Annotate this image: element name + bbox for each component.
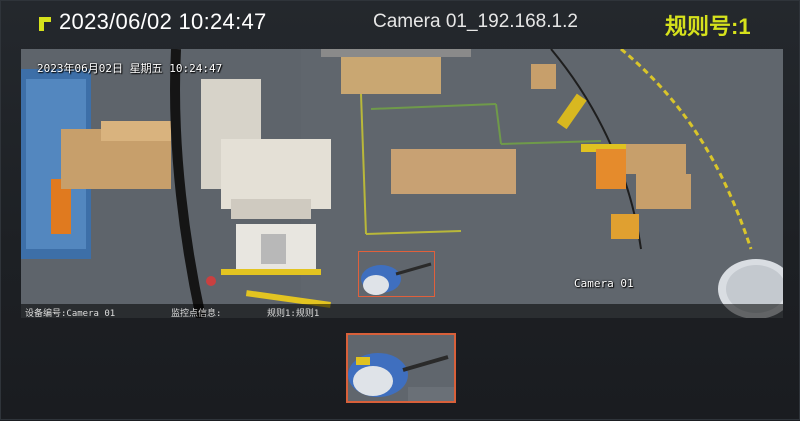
osd-timestamp: 2023年06月02日 星期五 10:24:47 — [37, 62, 223, 75]
osd-monitor-info: 监控点信息: — [171, 309, 222, 318]
camera-video-frame[interactable]: 2023年06月02日 星期五 10:24:47 Camera 01 设备编号:… — [21, 49, 783, 318]
detection-box — [358, 251, 435, 297]
corner-bracket-icon — [39, 17, 51, 31]
camera-alarm-panel: 2023/06/02 10:24:47 Camera 01_192.168.1.… — [0, 0, 800, 420]
snapshot-strip — [1, 323, 800, 421]
alarm-datetime: 2023/06/02 10:24:47 — [59, 9, 267, 34]
rule-number: 规则号:1 — [665, 14, 751, 39]
osd-camera-label: Camera 01 — [574, 277, 634, 290]
osd-device-id: 设备编号:Camera 01 — [25, 309, 116, 318]
camera-name: Camera 01_192.168.1.2 — [373, 11, 578, 32]
osd-rule-info: 规则1:规则1 — [267, 309, 320, 318]
forklift-snapshot-image — [348, 335, 454, 401]
snapshot-thumbnail[interactable] — [346, 333, 456, 403]
osd-info-bar: 设备编号:Camera 01 监控点信息: 规则1:规则1 — [21, 304, 783, 318]
